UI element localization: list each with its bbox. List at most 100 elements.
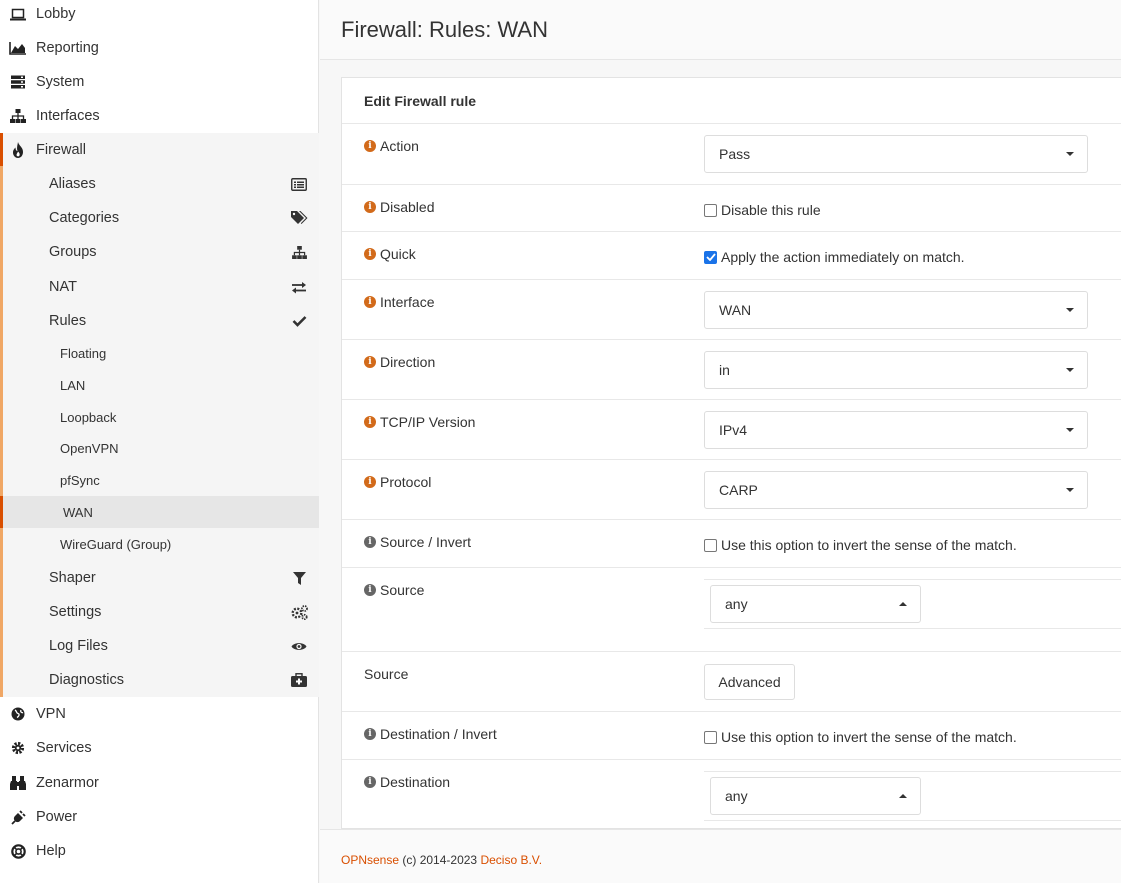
info-icon[interactable]: i (364, 416, 376, 428)
cog-icon (9, 739, 27, 757)
nav-interfaces[interactable]: Interfaces (0, 99, 319, 133)
info-icon[interactable]: i (364, 476, 376, 488)
source-advanced-button[interactable]: Advanced (704, 664, 795, 700)
nav-rules-pfsync-label: pfSync (60, 472, 100, 488)
action-value: Pass (719, 146, 751, 162)
disabled-checkbox[interactable] (704, 203, 717, 217)
nav-settings[interactable]: Settings (3, 595, 319, 629)
nav-shaper[interactable]: Shaper (3, 561, 319, 595)
row-destination-invert: i Destination / Invert Use this option to… (342, 712, 1121, 760)
nav-rules-pfsync[interactable]: pfSync (3, 464, 319, 496)
direction-select[interactable]: in (704, 351, 1088, 389)
nav-zenarmor[interactable]: Zenarmor (0, 766, 319, 800)
nav-services-label: Services (36, 740, 92, 756)
tags-icon (290, 209, 308, 227)
info-icon[interactable]: i (364, 296, 376, 308)
nav-rules-label: Rules (49, 313, 87, 329)
binoculars-icon (9, 774, 27, 792)
nav-aliases[interactable]: Aliases (3, 167, 319, 201)
nav-rules[interactable]: Rules (3, 304, 319, 338)
source-invert-checkbox-wrap[interactable]: Use this option to invert the sense of t… (704, 537, 1017, 553)
quick-checkbox-wrap[interactable]: Apply the action immediately on match. (704, 249, 965, 265)
nav-rules-openvpn-label: OpenVPN (60, 440, 119, 456)
page-title: Firewall: Rules: WAN (341, 17, 548, 42)
nav-rules-wan[interactable]: WAN (0, 496, 319, 528)
footer-company-link[interactable]: Deciso B.V. (480, 853, 542, 867)
firewall-submenu: Aliases Categories Groups NAT Rules Floa… (0, 166, 319, 697)
nav-aliases-label: Aliases (49, 176, 96, 192)
footer-brand-link[interactable]: OPNsense (341, 853, 399, 867)
nav-categories[interactable]: Categories (3, 201, 319, 235)
panel-heading: Edit Firewall rule (342, 78, 1121, 124)
nav-rules-lan[interactable]: LAN (3, 369, 319, 401)
destination-label: Destination (380, 774, 451, 790)
sitemap-icon (9, 107, 27, 125)
nav-system[interactable]: System (0, 65, 319, 99)
nav-help[interactable]: Help (0, 834, 319, 868)
nav-settings-label: Settings (49, 604, 102, 620)
info-icon[interactable]: i (364, 356, 376, 368)
protocol-value: CARP (719, 482, 758, 498)
footer-text: OPNsense (c) 2014-2023 Deciso B.V. (341, 853, 542, 867)
tcpip-select[interactable]: IPv4 (704, 411, 1088, 449)
info-icon[interactable]: i (364, 201, 376, 213)
action-select[interactable]: Pass (704, 135, 1088, 173)
interface-label-wrap: i Interface (364, 294, 434, 310)
nav-power[interactable]: Power (0, 800, 319, 834)
source-select[interactable]: any (710, 585, 921, 623)
nav-vpn[interactable]: VPN (0, 697, 319, 731)
nav-reporting[interactable]: Reporting (0, 31, 319, 65)
nav-categories-label: Categories (49, 210, 120, 226)
nav-lobby[interactable]: Lobby (0, 0, 319, 31)
info-icon[interactable]: i (364, 728, 376, 740)
info-icon[interactable]: i (364, 584, 376, 596)
row-action: i Action Pass (342, 124, 1121, 185)
protocol-select[interactable]: CARP (704, 471, 1088, 509)
footer: OPNsense (c) 2014-2023 Deciso B.V. (320, 829, 1121, 883)
quick-label-wrap: i Quick (364, 246, 416, 262)
row-source-advanced: Source Advanced (342, 652, 1121, 712)
nav-rules-openvpn[interactable]: OpenVPN (3, 432, 319, 464)
nav-rules-lan-label: LAN (60, 377, 86, 393)
nav-nat[interactable]: NAT (3, 270, 319, 304)
edit-rule-panel: Edit Firewall rule i Action Pass i Disable… (341, 77, 1121, 829)
caret-up-icon (899, 794, 907, 798)
nav-nat-label: NAT (49, 279, 77, 295)
protocol-label-wrap: i Protocol (364, 474, 431, 490)
info-icon[interactable]: i (364, 140, 376, 152)
quick-checkbox[interactable] (704, 250, 717, 264)
source-invert-label-wrap: i Source / Invert (364, 534, 471, 550)
interface-label: Interface (380, 294, 435, 310)
caret-down-icon (1066, 368, 1074, 372)
nav-groups[interactable]: Groups (3, 235, 319, 269)
source-invert-checkbox[interactable] (704, 538, 717, 552)
quick-checkbox-label: Apply the action immediately on match. (721, 249, 965, 265)
disabled-checkbox-wrap[interactable]: Disable this rule (704, 202, 821, 218)
nav-diagnostics[interactable]: Diagnostics (3, 663, 319, 697)
nav-services[interactable]: Services (0, 731, 319, 765)
action-label-wrap: i Action (364, 138, 419, 154)
source-invert-checkbox-label: Use this option to invert the sense of t… (721, 537, 1017, 553)
life-ring-icon (9, 842, 27, 860)
dest-invert-checkbox-label: Use this option to invert the sense of t… (721, 729, 1017, 745)
info-icon[interactable]: i (364, 776, 376, 788)
source-label: Source (380, 582, 425, 598)
cogs-icon (290, 603, 308, 621)
dest-invert-checkbox[interactable] (704, 730, 717, 744)
row-disabled: i Disabled Disable this rule (342, 185, 1121, 232)
nav-firewall[interactable]: Firewall (0, 133, 319, 167)
info-icon[interactable]: i (364, 536, 376, 548)
nav-rules-wireguard[interactable]: WireGuard (Group) (3, 528, 319, 560)
info-icon[interactable]: i (364, 248, 376, 260)
source-advanced-label: Source (364, 666, 409, 682)
interface-select[interactable]: WAN (704, 291, 1088, 329)
nav-rules-floating[interactable]: Floating (3, 337, 319, 369)
dest-invert-checkbox-wrap[interactable]: Use this option to invert the sense of t… (704, 729, 1017, 745)
source-label-wrap: i Source (364, 582, 424, 598)
caret-down-icon (1066, 152, 1074, 156)
nav-rules-wireguard-label: WireGuard (Group) (60, 536, 172, 552)
nav-rules-loopback[interactable]: Loopback (3, 401, 319, 433)
nav-log-files[interactable]: Log Files (3, 629, 319, 663)
destination-select[interactable]: any (710, 777, 921, 815)
page-header: Firewall: Rules: WAN (320, 0, 1121, 60)
